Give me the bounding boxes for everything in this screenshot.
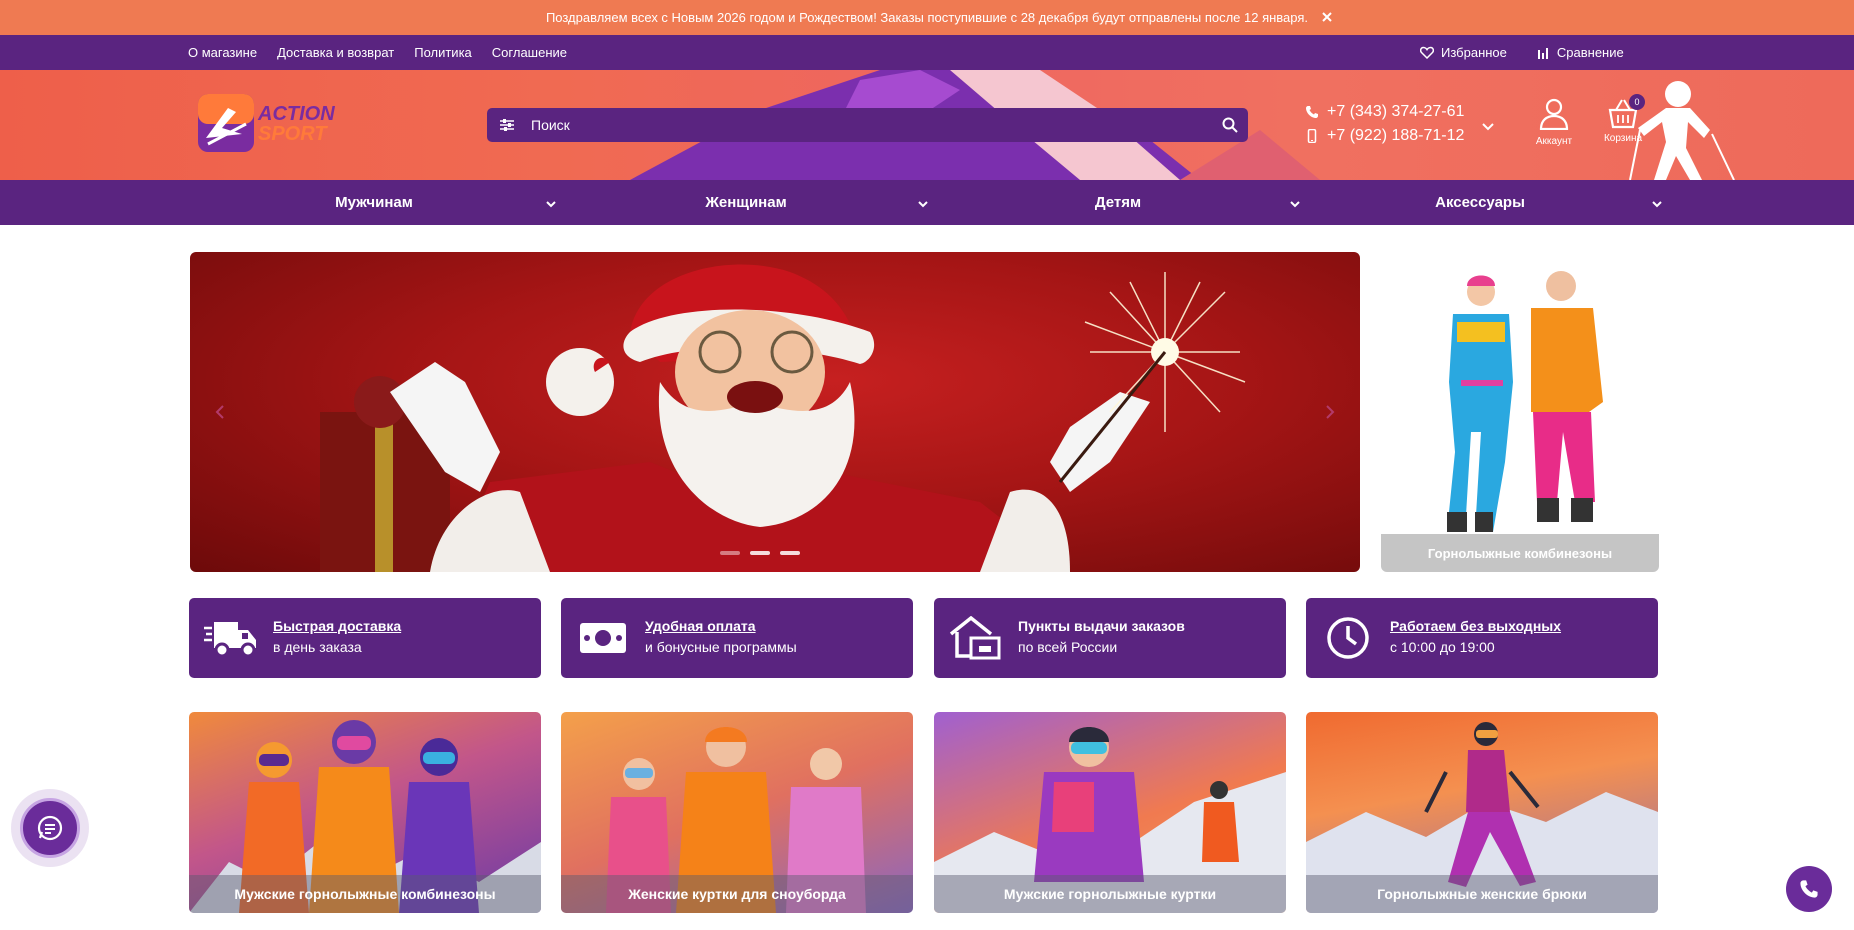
- card-women-ski-pants[interactable]: Горнолыжные женские брюки: [1306, 712, 1658, 913]
- category-nav: Мужчинам Женщинам Детям Аксессуары: [0, 180, 1854, 225]
- feature-payment[interactable]: Удобная оплата и бонусные программы: [561, 598, 913, 678]
- phone-row-1[interactable]: +7 (343) 374-27-61: [1305, 100, 1464, 124]
- chevron-down-icon: [918, 195, 928, 212]
- user-icon: [1539, 98, 1569, 131]
- slider-prev-arrow[interactable]: [208, 398, 232, 426]
- feature-subtitle: с 10:00 до 19:00: [1390, 639, 1495, 655]
- cash-icon: [561, 598, 645, 678]
- category-label: Аксессуары: [1435, 194, 1525, 211]
- user-links: Избранное Сравнение: [1420, 35, 1624, 70]
- couple-in-ski-suits-image: [1447, 271, 1603, 532]
- card-caption: Женские куртки для сноуборда: [561, 875, 913, 913]
- link-delivery[interactable]: Доставка и возврат: [277, 45, 394, 60]
- feature-title: Быстрая доставка: [273, 618, 402, 634]
- feature-subtitle: и бонусные программы: [645, 639, 797, 655]
- announcement-text: Поздравляем всех с Новым 2026 годом и Ро…: [545, 10, 1309, 25]
- site-header: ACTION SPORT Поиск +7 (343) 374-27-61 +7…: [0, 70, 1854, 180]
- card-caption: Горнолыжные женские брюки: [1306, 875, 1658, 913]
- card-caption: Мужские горнолыжные комбинезоны: [189, 875, 541, 913]
- card-men-ski-jackets[interactable]: Мужские горнолыжные куртки: [934, 712, 1286, 913]
- category-label: Женщинам: [705, 194, 787, 211]
- chat-bubble-icon: [20, 798, 80, 858]
- bar-chart-icon: [1537, 47, 1548, 59]
- card-men-suits[interactable]: Мужские горнолыжные комбинезоны: [189, 712, 541, 913]
- svg-text:ACTION: ACTION: [257, 103, 335, 125]
- category-women[interactable]: Женщинам: [560, 180, 932, 225]
- link-agreement[interactable]: Соглашение: [492, 45, 567, 60]
- announcement-bar: Поздравляем всех с Новым 2026 годом и Ро…: [0, 0, 1854, 35]
- compare-label: Сравнение: [1556, 45, 1624, 60]
- side-banner-suits[interactable]: Горнолыжные комбинезоны: [1381, 252, 1659, 572]
- phone-2: +7 (922) 188-71-12: [1327, 127, 1465, 144]
- banner-caption: Горнолыжные комбинезоны: [1381, 534, 1659, 572]
- feature-pickup-points[interactable]: Пункты выдачи заказов по всей России: [934, 598, 1286, 678]
- search-input[interactable]: Поиск: [527, 117, 1212, 133]
- search-bar[interactable]: Поиск: [487, 108, 1248, 142]
- feature-subtitle: по всей России: [1018, 639, 1118, 655]
- svg-text:SPORT: SPORT: [258, 123, 328, 145]
- hero-slider[interactable]: [190, 252, 1360, 572]
- phone-icon: [1800, 880, 1818, 898]
- link-policy[interactable]: Политика: [414, 45, 472, 60]
- feature-working-hours[interactable]: Работаем без выходных с 10:00 до 19:00: [1306, 598, 1658, 678]
- category-men[interactable]: Мужчинам: [188, 180, 560, 225]
- chevron-down-icon[interactable]: [1482, 118, 1494, 136]
- call-button[interactable]: [1786, 866, 1832, 912]
- santa-illustration: [320, 264, 1246, 572]
- filter-icon[interactable]: [487, 108, 527, 142]
- feature-title: Пункты выдачи заказов: [1018, 618, 1185, 634]
- close-icon[interactable]: [1318, 8, 1336, 26]
- slider-dot[interactable]: [720, 551, 740, 555]
- favorites-label: Избранное: [1441, 45, 1507, 60]
- feature-text: Быстрая доставка в день заказа: [273, 617, 401, 659]
- compare-link[interactable]: Сравнение: [1537, 45, 1624, 60]
- slider-dot[interactable]: [780, 551, 800, 555]
- phone-1: +7 (343) 374-27-61: [1327, 103, 1465, 120]
- feature-title: Работаем без выходных: [1390, 618, 1562, 634]
- slider-dots: [720, 551, 800, 555]
- feature-title: Удобная оплата: [645, 618, 756, 634]
- category-accessories[interactable]: Аксессуары: [1294, 180, 1666, 225]
- feature-fast-delivery[interactable]: Быстрая доставка в день заказа: [189, 598, 541, 678]
- feature-subtitle: в день заказа: [273, 639, 362, 655]
- feature-text: Работаем без выходных с 10:00 до 19:00: [1390, 617, 1561, 659]
- category-kids[interactable]: Детям: [932, 180, 1304, 225]
- category-label: Детям: [1094, 194, 1142, 211]
- category-label: Мужчинам: [335, 194, 413, 211]
- feature-text: Пункты выдачи заказов по всей России: [1018, 617, 1185, 659]
- feature-text: Удобная оплата и бонусные программы: [645, 617, 797, 659]
- chevron-down-icon: [546, 195, 556, 212]
- logo[interactable]: ACTION SPORT: [198, 94, 338, 156]
- slider-next-arrow[interactable]: [1318, 398, 1342, 426]
- favorites-link[interactable]: Избранное: [1420, 45, 1507, 60]
- phone-numbers: +7 (343) 374-27-61 +7 (922) 188-71-12: [1305, 100, 1464, 148]
- truck-icon: [189, 598, 273, 678]
- phone-row-2[interactable]: +7 (922) 188-71-12: [1305, 124, 1464, 148]
- link-about[interactable]: О магазине: [188, 45, 257, 60]
- info-links: О магазине Доставка и возврат Политика С…: [188, 35, 567, 70]
- chat-button[interactable]: [11, 789, 89, 867]
- account-button[interactable]: Аккаунт: [1528, 98, 1580, 147]
- search-icon[interactable]: [1212, 108, 1248, 142]
- slider-dot[interactable]: [750, 551, 770, 555]
- chevron-down-icon: [1652, 195, 1662, 212]
- card-caption: Мужские горнолыжные куртки: [934, 875, 1286, 913]
- clock-icon: [1306, 598, 1390, 678]
- account-label: Аккаунт: [1535, 136, 1573, 147]
- pickup-point-icon: [934, 598, 1018, 678]
- skier-silhouette: [1629, 81, 1735, 180]
- mobile-icon: [1307, 129, 1317, 143]
- heart-icon: [1420, 46, 1434, 59]
- card-women-snowboard-jackets[interactable]: Женские куртки для сноуборда: [561, 712, 913, 913]
- phone-icon: [1306, 106, 1318, 118]
- top-nav: О магазине Доставка и возврат Политика С…: [0, 35, 1854, 70]
